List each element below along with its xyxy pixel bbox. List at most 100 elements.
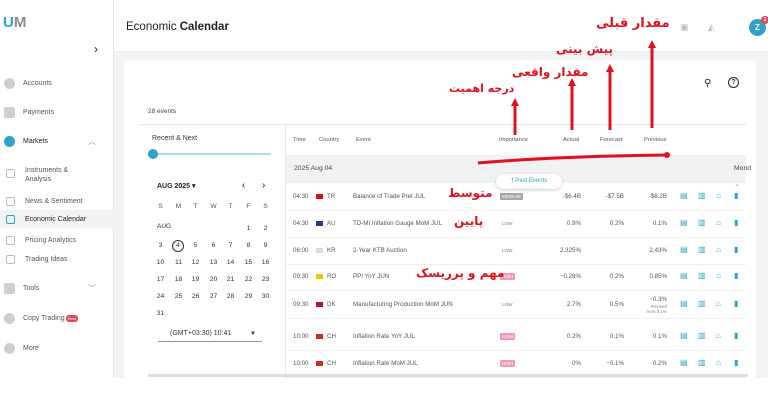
stats-icon[interactable]: ▮ [734, 192, 742, 200]
sidebar-item-markets[interactable]: Markets ︿ [0, 135, 114, 147]
chart-icon[interactable]: ▥ [698, 359, 706, 367]
chart-icon[interactable]: ▥ [698, 192, 706, 200]
month-selector[interactable]: AUG 2025 ▾ [157, 182, 196, 190]
calendar-day[interactable]: 25 [170, 293, 187, 300]
sidebar-item-label: More [23, 344, 39, 352]
calendar-day[interactable]: 6 [205, 242, 222, 249]
sidebar-item-news[interactable]: News & Sentiment [0, 195, 114, 207]
chart-icon[interactable]: ▥ [698, 332, 706, 340]
event-name[interactable]: Inflation Rate YoY JUL [353, 333, 415, 340]
caret-down-icon: ▼ [250, 331, 256, 337]
event-name[interactable]: Inflation Rate MoM JUL [353, 360, 418, 367]
event-name[interactable]: Manufacturing Production MoM JUN [353, 301, 453, 308]
event-name[interactable]: Balance of Trade Prel JUL [353, 193, 425, 200]
sidebar-item-more[interactable]: More [0, 342, 114, 354]
chart-icon[interactable]: ▥ [698, 246, 706, 254]
calendar-day[interactable]: 26 [187, 293, 204, 300]
calendar-day[interactable]: 28 [222, 293, 239, 300]
calendar-day[interactable]: 1 [240, 225, 257, 232]
calendar-day[interactable]: 3 [152, 242, 169, 249]
range-slider-track[interactable] [153, 153, 271, 155]
range-slider-handle[interactable] [148, 149, 158, 159]
event-name[interactable]: PPI YoY JUN [353, 273, 389, 280]
sidebar-item-label: Tools [23, 284, 40, 292]
calendar-day[interactable]: 11 [170, 259, 187, 266]
collapse-sidebar-icon[interactable]: › [94, 42, 98, 56]
gift-icon[interactable]: ▣ [680, 22, 690, 32]
stats-icon[interactable]: ▮ [734, 246, 742, 254]
calendar-day[interactable]: 24 [152, 293, 169, 300]
sidebar-item-tools[interactable]: Tools ﹀ [0, 282, 114, 294]
calendar-day[interactable]: 30 [257, 293, 274, 300]
stats-icon[interactable]: ▮ [734, 272, 742, 280]
calendar-day[interactable]: 19 [187, 276, 204, 283]
calendar-day[interactable]: 29 [240, 293, 257, 300]
bank-icon[interactable]: ⌂ [716, 219, 724, 227]
actual-value: 2.7% [566, 301, 581, 308]
importance-badge: HIGH [500, 360, 516, 367]
calendar-day[interactable]: 9 [257, 242, 274, 249]
calendar-add-icon[interactable]: ▤ [680, 332, 688, 340]
sidebar-item-pricing-analytics[interactable]: Pricing Analytics [0, 234, 114, 246]
calendar-day[interactable]: 15 [240, 259, 257, 266]
sidebar-item-copy-trading[interactable]: Copy Trading New [0, 312, 114, 324]
calendar-day[interactable]: 4 [172, 240, 184, 252]
calendar-day[interactable]: 13 [205, 259, 222, 266]
stats-icon[interactable]: ▮ [734, 332, 742, 340]
chart-icon[interactable]: ▥ [698, 300, 706, 308]
horizontal-scrollbar[interactable] [148, 374, 748, 377]
search-icon[interactable]: ⚲ [704, 78, 711, 89]
calendar-day[interactable]: 22 [240, 276, 257, 283]
chart-icon[interactable]: ▥ [698, 219, 706, 227]
calendar-add-icon[interactable]: ▤ [680, 272, 688, 280]
annotation-low: پایین [454, 214, 484, 228]
calendar-day[interactable]: 31 [152, 310, 169, 317]
bank-icon[interactable]: ⌂ [716, 272, 724, 280]
event-name[interactable]: 2-Year KTB Auction [353, 247, 407, 254]
bank-icon[interactable]: ⌂ [716, 300, 724, 308]
stats-icon[interactable]: ▮ [734, 359, 742, 367]
calendar-day[interactable]: 17 [152, 276, 169, 283]
bank-icon[interactable]: ⌂ [716, 332, 724, 340]
prev-month-icon[interactable]: ‹ [242, 180, 245, 191]
calendar-day[interactable]: 27 [205, 293, 222, 300]
calendar-day[interactable]: 18 [170, 276, 187, 283]
bank-icon[interactable]: ⌂ [716, 359, 724, 367]
sidebar-item-payments[interactable]: Payments [0, 106, 114, 118]
calendar-day[interactable]: 21 [222, 276, 239, 283]
calendar-day[interactable]: 14 [222, 259, 239, 266]
next-month-icon[interactable]: › [262, 180, 265, 191]
event-name[interactable]: TD-MI Inflation Gauge MoM JUL [353, 220, 442, 227]
sidebar-item-instruments[interactable]: Instruments & Analysis [0, 166, 114, 186]
calendar-day[interactable]: 12 [187, 259, 204, 266]
stats-icon[interactable]: ▮ [734, 300, 742, 308]
bank-icon[interactable]: ⌂ [716, 192, 724, 200]
news-icon [6, 196, 15, 206]
calendar-day[interactable]: 2 [257, 225, 274, 232]
bell-icon[interactable]: ◭ [708, 22, 718, 32]
calendar-add-icon[interactable]: ▤ [680, 359, 688, 367]
sidebar-item-economic-calendar[interactable]: Economic Calendar [0, 210, 114, 228]
calendar-add-icon[interactable]: ▤ [680, 246, 688, 254]
chart-icon[interactable]: ▥ [698, 272, 706, 280]
avatar[interactable]: Z1 [749, 16, 768, 36]
previous-value: −0.3% [649, 296, 667, 303]
timezone-select[interactable]: (GMT+03:30) 10:41 ▼ [158, 326, 262, 342]
calendar-day[interactable]: 20 [205, 276, 222, 283]
sidebar-item-trading-ideas[interactable]: Trading Ideas [0, 253, 114, 265]
calendar-day[interactable]: 10 [152, 259, 169, 266]
help-icon[interactable]: ? [728, 77, 739, 88]
calendar-add-icon[interactable]: ▤ [680, 192, 688, 200]
calendar-add-icon[interactable]: ▤ [680, 219, 688, 227]
calendar-day[interactable]: 7 [222, 242, 239, 249]
bank-icon[interactable]: ⌂ [716, 246, 724, 254]
calendar-day[interactable]: 5 [187, 242, 204, 249]
calendar-add-icon[interactable]: ▤ [680, 300, 688, 308]
stats-icon[interactable]: ▮ [734, 219, 742, 227]
calendar-day[interactable]: 8 [240, 242, 257, 249]
calendar-day[interactable]: 23 [257, 276, 274, 283]
weekday-label: T [193, 203, 198, 210]
app-logo[interactable]: UM [3, 14, 26, 31]
calendar-day[interactable]: 16 [257, 259, 274, 266]
sidebar-item-accounts[interactable]: Accounts [0, 77, 114, 89]
